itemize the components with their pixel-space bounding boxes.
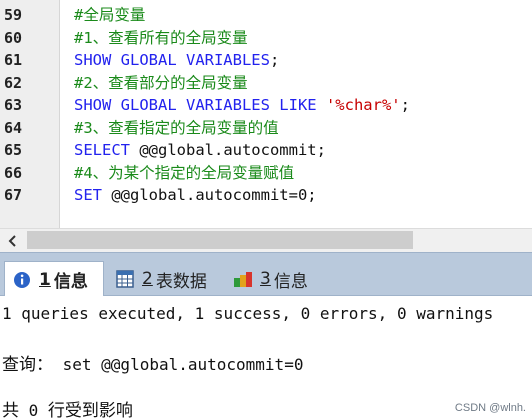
- line-number: 67: [4, 186, 23, 204]
- tab-table-data-2[interactable]: 2 表数据: [108, 261, 222, 297]
- line-number: 63: [4, 96, 23, 114]
- code-text: #3、查看指定的全局变量的值: [74, 117, 279, 139]
- code-token-kw: SET: [74, 186, 112, 204]
- code-token-plain: ;: [400, 96, 410, 114]
- code-token-comment: #全局变量: [74, 6, 146, 24]
- result-tabs: 1 信息 2 表数据 3 信息: [0, 252, 532, 297]
- code-text: SELECT @@global.autocommit;: [74, 139, 326, 161]
- line-number: 66: [4, 163, 23, 182]
- code-line[interactable]: 66 #4、为某个指定的全局变量赋值: [0, 162, 532, 184]
- code-text: #1、查看所有的全局变量: [74, 27, 248, 49]
- code-text: #4、为某个指定的全局变量赋值: [74, 162, 294, 184]
- code-text: #全局变量: [74, 4, 145, 26]
- table-data-icon: [114, 268, 136, 290]
- tab-label: 信息: [53, 272, 88, 292]
- line-number: 59: [4, 6, 23, 24]
- line-number: 60: [4, 28, 23, 47]
- code-token-comment: #4、为某个指定的全局变量赋值: [74, 163, 295, 182]
- code-token-plain: @@global.autocommit=0;: [111, 186, 317, 204]
- scroll-left-button[interactable]: [0, 229, 26, 252]
- code-token-kw: SHOW GLOBAL VARIABLES: [74, 51, 270, 69]
- sql-editor[interactable]: 59 #全局变量 60 #1、查看所有的全局变量 61 SHOW GLOBAL VARIA…: [0, 0, 532, 228]
- watermark: CSDN @wlnh.: [454, 402, 526, 414]
- query-prefix: 查询：: [2, 355, 53, 375]
- horizontal-scrollbar[interactable]: [0, 228, 532, 252]
- code-line[interactable]: 61 SHOW GLOBAL VARIABLES;: [0, 49, 532, 71]
- code-token-plain: ;: [269, 51, 280, 69]
- chevron-left-icon: [8, 234, 16, 247]
- tab-info-1[interactable]: 1 信息: [4, 261, 104, 297]
- code-token-comment: #2、查看部分的全局变量: [74, 73, 248, 92]
- code-token-comment: #1、查看所有的全局变量: [74, 28, 248, 47]
- tab-number: 1: [39, 269, 51, 290]
- line-number: 62: [4, 73, 23, 92]
- code-line[interactable]: 65 SELECT @@global.autocommit;: [0, 139, 532, 161]
- code-line[interactable]: 62 #2、查看部分的全局变量: [0, 72, 532, 94]
- rows-affected-line: 共 0 行受到影响: [2, 396, 133, 420]
- code-line[interactable]: 64 #3、查看指定的全局变量的值: [0, 117, 532, 139]
- tab-info-3[interactable]: 3 信息: [226, 261, 322, 297]
- info-icon: [11, 269, 33, 291]
- scrollbar-thumb[interactable]: [27, 231, 413, 249]
- code-token-kw: SELECT: [74, 141, 140, 159]
- line-number: 61: [4, 51, 23, 69]
- tab-number: 3: [260, 269, 271, 289]
- tab-number: 2: [142, 269, 153, 289]
- rows-suffix: 行受到影响: [47, 401, 133, 420]
- code-token-kw: SHOW GLOBAL VARIABLES LIKE: [74, 96, 326, 114]
- rows-count: 0: [19, 401, 48, 420]
- code-text: SHOW GLOBAL VARIABLES LIKE '%char%';: [74, 94, 410, 116]
- code-text: SHOW GLOBAL VARIABLES;: [74, 49, 279, 71]
- code-line[interactable]: 59 #全局变量: [0, 4, 532, 26]
- code-line[interactable]: 60 #1、查看所有的全局变量: [0, 27, 532, 49]
- code-token-str: '%char%': [325, 96, 401, 114]
- code-line[interactable]: 63 SHOW GLOBAL VARIABLES LIKE '%char%';: [0, 94, 532, 116]
- rows-prefix: 共: [2, 401, 19, 420]
- query-text: set @@global.autocommit=0: [53, 355, 304, 374]
- code-token-comment: #3、查看指定的全局变量的值: [74, 118, 279, 137]
- line-number: 64: [4, 118, 23, 137]
- code-line[interactable]: 67 SET @@global.autocommit=0;: [0, 184, 532, 206]
- tab-label: 表数据: [155, 271, 207, 292]
- executed-query-line: 查询： set @@global.autocommit=0: [2, 350, 303, 375]
- code-text: #2、查看部分的全局变量: [74, 72, 248, 94]
- tab-label: 信息: [273, 271, 308, 292]
- messages-icon: [232, 268, 254, 290]
- line-number: 65: [4, 141, 23, 159]
- code-token-plain: @@global.autocommit;: [139, 141, 326, 159]
- execution-summary: 1 queries executed, 1 success, 0 errors,…: [2, 304, 494, 323]
- message-output-panel: 1 queries executed, 1 success, 0 errors,…: [0, 296, 532, 420]
- code-text: SET @@global.autocommit=0;: [74, 184, 317, 206]
